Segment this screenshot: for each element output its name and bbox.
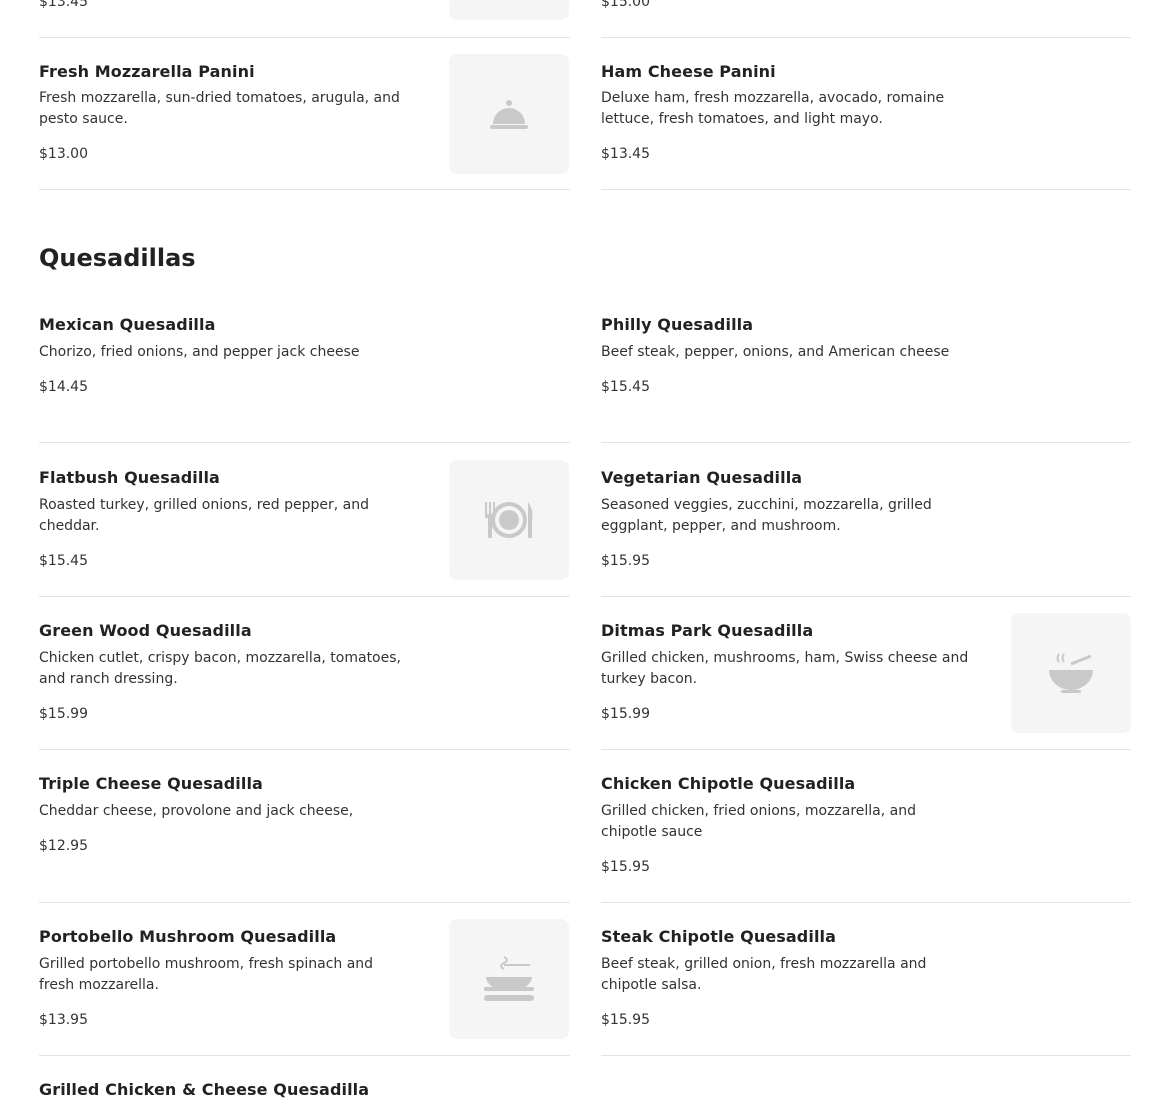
divider (39, 749, 570, 750)
divider (39, 1055, 570, 1056)
item-price: $14.45 (39, 379, 88, 395)
item-name: Ditmas Park Quesadilla (601, 621, 814, 640)
menu-item-card[interactable]: Steak Chipotle Quesadilla Beef steak, gr… (601, 919, 1131, 1056)
item-description: Cheddar cheese, provolone and jack chees… (39, 803, 354, 819)
item-price: $15.00 (601, 0, 650, 10)
section-title: Quesadillas (39, 244, 196, 272)
plate-cutlery-icon (485, 502, 533, 538)
menu-item-card[interactable]: Green Wood Quesadilla Chicken cutlet, cr… (39, 613, 570, 750)
item-description: Grilled portobello mushroom, fresh spina… (39, 956, 374, 993)
menu-item-card[interactable]: Philly Quesadilla Beef steak, pepper, on… (601, 307, 1131, 443)
item-price: $15.99 (601, 706, 650, 722)
item-name: Mexican Quesadilla (39, 315, 216, 334)
cloche-icon (490, 100, 528, 129)
divider (601, 442, 1131, 443)
menu-item-card[interactable]: Chicken Chipotle Quesadilla Grilled chic… (601, 766, 1131, 903)
item-name: Green Wood Quesadilla (39, 621, 252, 640)
item-thumbnail (449, 54, 569, 174)
item-name: Steak Chipotle Quesadilla (601, 927, 837, 946)
menu-item-card[interactable]: Ham Cheese Panini Deluxe ham, fresh mozz… (601, 54, 1131, 190)
divider (39, 37, 570, 38)
item-description: Fresh mozzarella, sun-dried tomatoes, ar… (39, 90, 400, 127)
item-price: $12.95 (39, 838, 88, 854)
divider (39, 596, 570, 597)
item-price: $15.95 (601, 553, 650, 569)
item-description: Deluxe ham, fresh mozzarella, avocado, r… (601, 90, 945, 127)
item-price: $13.45 (39, 0, 88, 10)
divider (601, 1055, 1131, 1056)
item-name: Triple Cheese Quesadilla (39, 774, 263, 793)
item-description: Grilled chicken, fried onions, mozzarell… (601, 803, 916, 840)
item-price: $13.95 (39, 1012, 88, 1028)
item-name: Grilled Chicken & Cheese Quesadilla (39, 1080, 370, 1099)
item-price: $15.95 (601, 859, 650, 875)
item-description: Seasoned veggies, zucchini, mozzarella, … (601, 497, 932, 534)
item-description: Chorizo, fried onions, and pepper jack c… (39, 344, 360, 360)
item-price: $15.45 (601, 379, 650, 395)
menu-item-card[interactable]: Vegetarian Quesadilla Seasoned veggies, … (601, 460, 1131, 597)
item-name: Chicken Chipotle Quesadilla (601, 774, 856, 793)
item-price: $15.45 (39, 553, 88, 569)
item-name: Portobello Mushroom Quesadilla (39, 927, 337, 946)
item-description: Grilled chicken, mushrooms, ham, Swiss c… (601, 650, 969, 687)
item-price: $13.00 (39, 146, 88, 162)
divider (601, 189, 1131, 190)
item-thumbnail (1011, 613, 1131, 733)
divider (601, 749, 1131, 750)
menu-item-card[interactable]: Triple Cheese Quesadilla Cheddar cheese,… (39, 766, 570, 903)
item-description: Roasted turkey, grilled onions, red pepp… (39, 497, 370, 534)
item-price: $15.95 (601, 1012, 650, 1028)
steaming-dish-icon (484, 956, 534, 1001)
item-description: Beef steak, pepper, onions, and American… (601, 344, 950, 360)
item-description: Beef steak, grilled onion, fresh mozzare… (601, 956, 927, 993)
item-thumbnail[interactable] (449, 0, 569, 20)
item-thumbnail (449, 460, 569, 580)
menu-item-card[interactable]: Mexican Quesadilla Chorizo, fried onions… (39, 307, 570, 443)
menu-item-card[interactable]: Portobello Mushroom Quesadilla Grilled p… (39, 919, 570, 1056)
divider (601, 596, 1131, 597)
divider (39, 442, 570, 443)
item-name: Philly Quesadilla (601, 315, 754, 334)
item-name: Flatbush Quesadilla (39, 468, 220, 487)
item-name: Vegetarian Quesadilla (601, 468, 803, 487)
menu-item-card[interactable]: Grilled Chicken & Cheese Quesadilla (39, 1072, 570, 1099)
item-description: Chicken cutlet, crispy bacon, mozzarella… (39, 650, 401, 687)
divider (39, 189, 570, 190)
menu-item-card[interactable]: Flatbush Quesadilla Roasted turkey, gril… (39, 460, 570, 597)
divider (39, 902, 570, 903)
item-price: $13.45 (601, 146, 650, 162)
item-name: Ham Cheese Panini (601, 62, 776, 81)
item-name: Fresh Mozzarella Panini (39, 62, 255, 81)
divider (601, 902, 1131, 903)
divider (601, 37, 1131, 38)
soup-bowl-icon (1049, 653, 1093, 693)
item-thumbnail (449, 919, 569, 1039)
item-price: $15.99 (39, 706, 88, 722)
menu-item-card[interactable]: Ditmas Park Quesadilla Grilled chicken, … (601, 613, 1131, 750)
menu-item-card[interactable]: Fresh Mozzarella Panini Fresh mozzarella… (39, 54, 570, 190)
